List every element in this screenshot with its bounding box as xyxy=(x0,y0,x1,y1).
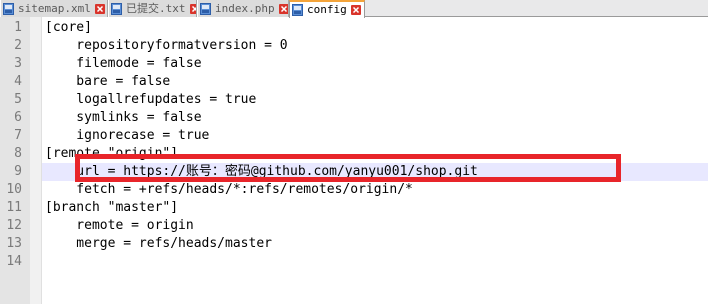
line-number: 3 xyxy=(14,56,22,71)
tab-sitemap-xml[interactable]: sitemap.xml xyxy=(0,0,108,17)
line-number: 7 xyxy=(14,128,22,143)
tab-config[interactable]: config xyxy=(289,0,365,18)
tab-bar: sitemap.xml 已提交.txt index.php config xyxy=(0,0,708,18)
file-icon xyxy=(292,4,303,16)
line-number: 9 xyxy=(14,164,22,179)
close-icon[interactable] xyxy=(350,5,361,15)
line-number: 5 xyxy=(14,92,22,107)
code-line[interactable]: repositoryformatversion = 0 xyxy=(45,37,287,55)
code-line[interactable]: logallrefupdates = true xyxy=(45,91,256,109)
line-number-gutter[interactable]: 1 2 3 4 5 6 7 8 9 10 11 12 13 14 xyxy=(0,17,30,304)
code-line[interactable]: fetch = +refs/heads/*:refs/remotes/origi… xyxy=(45,181,413,199)
file-icon xyxy=(3,2,14,15)
line-number: 14 xyxy=(6,254,22,269)
code-line[interactable]: ignorecase = true xyxy=(45,127,209,145)
code-line[interactable]: bare = false xyxy=(45,73,170,91)
fold-margin[interactable] xyxy=(30,17,42,304)
code-line-url[interactable]: url = https://账号：密码@github.com/yanyu001/… xyxy=(45,163,478,181)
tab-index-php[interactable]: index.php xyxy=(197,0,289,17)
line-number: 2 xyxy=(14,38,22,53)
line-number: 6 xyxy=(14,110,22,125)
code-line[interactable]: [remote "origin"] xyxy=(45,145,178,163)
code-line[interactable]: [core] xyxy=(45,19,92,37)
notepad-editor-window: sitemap.xml 已提交.txt index.php config 1 2… xyxy=(0,0,708,304)
line-number: 10 xyxy=(6,182,22,197)
code-line[interactable]: remote = origin xyxy=(45,217,193,235)
tab-label: index.php xyxy=(215,1,275,15)
tab-submitted-txt[interactable]: 已提交.txt xyxy=(108,0,197,17)
line-number: 12 xyxy=(6,218,22,233)
file-icon xyxy=(200,2,211,15)
close-icon[interactable] xyxy=(189,3,198,14)
close-icon[interactable] xyxy=(94,3,105,14)
line-number: 4 xyxy=(14,74,22,89)
tab-label: 已提交.txt xyxy=(126,1,186,15)
code-text-area[interactable]: [core] repositoryformatversion = 0 filem… xyxy=(42,17,708,304)
line-number: 1 xyxy=(14,20,22,35)
tab-label: sitemap.xml xyxy=(18,1,91,15)
line-number: 11 xyxy=(6,200,22,215)
line-number: 8 xyxy=(14,146,22,161)
line-number: 13 xyxy=(6,236,22,251)
code-line[interactable]: [branch "master"] xyxy=(45,199,178,217)
code-line[interactable]: filemode = false xyxy=(45,55,201,73)
close-icon[interactable] xyxy=(278,3,289,14)
file-icon xyxy=(111,2,122,15)
code-line[interactable]: symlinks = false xyxy=(45,109,201,127)
tab-label: config xyxy=(307,3,347,16)
code-line[interactable]: merge = refs/heads/master xyxy=(45,235,272,253)
